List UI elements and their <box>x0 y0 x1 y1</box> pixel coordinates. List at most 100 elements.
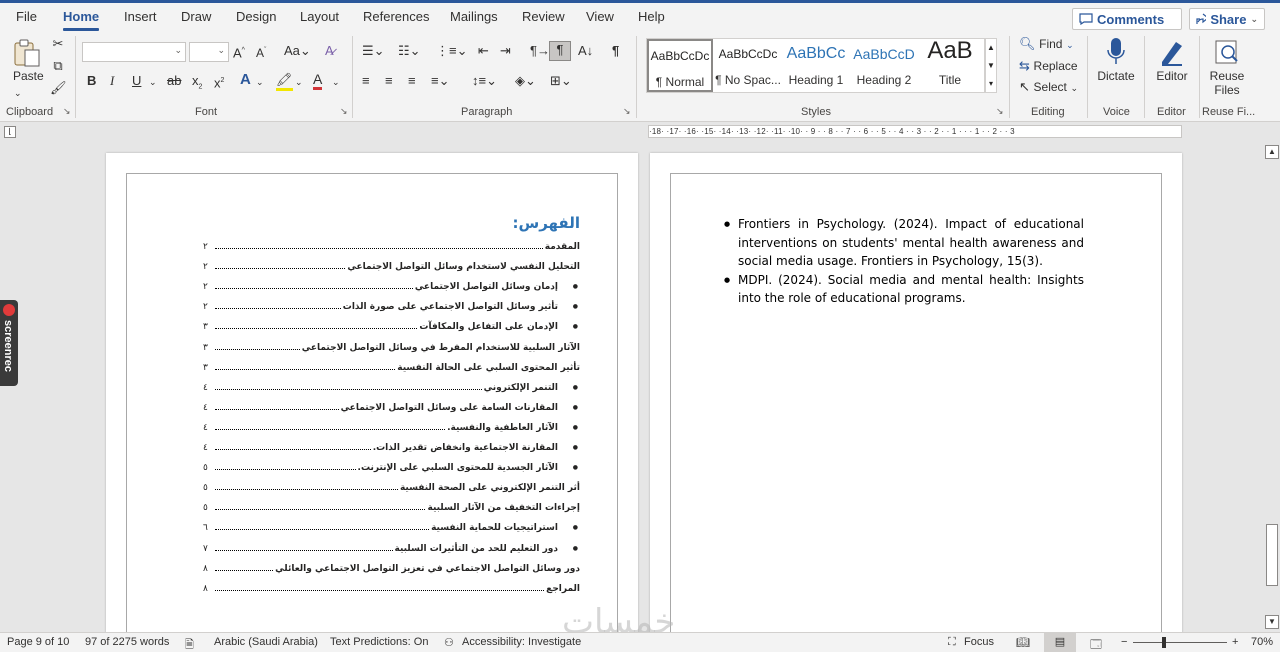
style-heading-2[interactable]: AaBbCcD Heading 2 <box>851 39 917 92</box>
chevron-down-icon[interactable]: ⌄ <box>14 85 22 101</box>
grow-font-icon[interactable]: A^ <box>233 43 245 61</box>
microphone-icon[interactable] <box>1106 36 1126 68</box>
focus-label[interactable]: Focus <box>964 636 994 648</box>
style-heading-1[interactable]: AaBbCc Heading 1 <box>783 39 849 92</box>
bullets-icon[interactable]: ☰⌄ <box>362 43 385 59</box>
dialog-launcher-icon[interactable]: ↘ <box>63 106 71 117</box>
show-formatting-marks-icon[interactable]: ¶ <box>612 43 619 59</box>
scroll-down-icon[interactable]: ▼ <box>1265 615 1279 629</box>
toc-entry[interactable]: الآثار الجسدية للمحتوى السلبي على الإنتر… <box>203 459 580 473</box>
tab-design[interactable]: Design <box>236 9 276 24</box>
read-mode-icon[interactable]: 📖︎ <box>1016 636 1030 649</box>
sort-icon[interactable]: A↓ <box>578 43 593 59</box>
style-normal[interactable]: AaBbCcDc ¶ Normal <box>647 39 713 92</box>
tab-view[interactable]: View <box>586 9 614 24</box>
style-no-spacing[interactable]: AaBbCcDc ¶ No Spac... <box>715 39 781 92</box>
highlight-icon[interactable]: 🖍 <box>276 72 293 91</box>
toc-entry[interactable]: المقارنة الاجتماعية وانخفاض تقدير الذات.… <box>203 439 580 453</box>
shading-icon[interactable]: ◈⌄ <box>515 73 536 89</box>
tab-insert[interactable]: Insert <box>124 9 157 24</box>
editor-pen-icon[interactable] <box>1158 38 1186 66</box>
accessibility-status[interactable]: Accessibility: Investigate <box>462 636 581 648</box>
justify-icon[interactable]: ≡⌄ <box>431 73 449 89</box>
align-center-icon[interactable]: ≡ <box>385 73 393 89</box>
scrollbar-thumb[interactable] <box>1266 524 1278 586</box>
horizontal-ruler[interactable]: ·18· ·17· ·16· ·15· ·14· ·13· ·12· ·11· … <box>648 125 1182 138</box>
dialog-launcher-icon[interactable]: ↘ <box>623 106 631 117</box>
paste-icon[interactable] <box>13 38 41 68</box>
tab-file[interactable]: File <box>16 9 37 24</box>
font-size-dropdown[interactable]: ⌄ <box>189 42 229 62</box>
superscript-icon[interactable]: x2 <box>214 73 224 91</box>
dictate-label[interactable]: Dictate <box>1096 69 1136 83</box>
tab-home[interactable]: Home <box>63 9 100 31</box>
reuse-files-icon[interactable] <box>1213 38 1241 66</box>
focus-icon[interactable]: ⛶ <box>948 636 956 649</box>
line-spacing-icon[interactable]: ↕≡⌄ <box>472 73 497 89</box>
accessibility-icon[interactable]: ⚇ <box>444 636 454 649</box>
zoom-in-icon[interactable]: + <box>1232 636 1238 648</box>
web-layout-icon[interactable]: 🗔︎ <box>1090 636 1102 652</box>
rtl-paragraph-icon[interactable]: ¶ <box>549 41 571 61</box>
copy-icon[interactable]: ⧉ <box>50 58 66 74</box>
comments-button[interactable]: Comments <box>1072 8 1182 30</box>
print-layout-icon[interactable]: ▤ <box>1044 633 1076 652</box>
word-count[interactable]: 97 of 2275 words <box>85 636 169 648</box>
subscript-icon[interactable]: x2 <box>192 73 202 96</box>
toc-entry[interactable]: تأثير المحتوى السلبي على الحالة النفسية ٣ <box>203 359 580 373</box>
toc-entry[interactable]: التحليل النفسي لاستخدام وسائل التواصل ال… <box>203 258 580 272</box>
zoom-slider[interactable] <box>1133 637 1227 648</box>
font-name-dropdown[interactable]: ⌄ <box>82 42 186 62</box>
dialog-launcher-icon[interactable]: ↘ <box>996 106 1004 117</box>
text-predictions[interactable]: Text Predictions: On <box>330 636 428 648</box>
scroll-up-icon[interactable]: ▲ <box>1265 145 1279 159</box>
proofing-icon[interactable]: 🗎 <box>185 636 194 652</box>
chevron-down-icon[interactable]: ⌄ <box>295 74 303 90</box>
zoom-slider-thumb[interactable] <box>1162 637 1166 648</box>
chevron-down-icon[interactable]: ⌄ <box>256 74 264 90</box>
borders-icon[interactable]: ⊞⌄ <box>550 73 572 89</box>
toc-entry[interactable]: المراجع ٨ <box>203 580 580 594</box>
align-right-icon[interactable]: ≡ <box>408 73 416 89</box>
dialog-launcher-icon[interactable]: ↘ <box>340 106 348 117</box>
toc-entry[interactable]: إدمان وسائل التواصل الاجتماعي ٢ <box>203 278 580 292</box>
toc-entry[interactable]: دور التعليم للحد من التأثيرات السلبية ٧ <box>203 540 580 554</box>
editor-label[interactable]: Editor <box>1152 69 1192 83</box>
tab-selector-icon[interactable]: ⌊ <box>4 126 16 138</box>
change-case-icon[interactable]: Aa⌄ <box>284 43 311 59</box>
shrink-font-icon[interactable]: Aˇ <box>256 43 266 61</box>
toc-entry[interactable]: إجراءات التخفيف من الآثار السلبية ٥ <box>203 499 580 513</box>
tab-layout[interactable]: Layout <box>300 9 339 24</box>
toc-entry[interactable]: التنمر الإلكتروني ٤ <box>203 379 580 393</box>
document-page-references[interactable]: Frontiers in Psychology. (2024). Impact … <box>650 153 1182 643</box>
chevron-down-icon[interactable]: ⌄ <box>332 74 340 90</box>
toc-entry[interactable]: المقدمة ٢ <box>203 238 580 252</box>
toc-entry[interactable]: استراتيجيات للحماية النفسية ٦ <box>203 519 580 533</box>
font-color-icon[interactable]: A <box>313 71 323 90</box>
zoom-level[interactable]: 70% <box>1251 636 1273 648</box>
paste-label[interactable]: Paste <box>13 69 44 83</box>
ltr-paragraph-icon[interactable]: ¶→ <box>530 43 550 59</box>
bold-icon[interactable]: B <box>87 73 96 89</box>
italic-icon[interactable]: I <box>110 73 114 89</box>
tab-draw[interactable]: Draw <box>181 9 211 24</box>
tab-help[interactable]: Help <box>638 9 665 24</box>
numbering-icon[interactable]: ☷⌄ <box>398 43 421 59</box>
underline-icon[interactable]: U <box>132 73 141 89</box>
toc-entry[interactable]: المقارنات السامة على وسائل التواصل الاجت… <box>203 399 580 413</box>
page-count[interactable]: Page 9 of 10 <box>7 636 69 648</box>
toc-entry[interactable]: دور وسائل التواصل الاجتماعي في تعزيز الت… <box>203 560 580 574</box>
chevron-down-icon[interactable]: ⌄ <box>149 74 157 90</box>
toc-entry[interactable]: تأثير وسائل التواصل الاجتماعي على صورة ا… <box>203 298 580 312</box>
reuse-files-label[interactable]: Reuse Files <box>1206 69 1248 97</box>
multilevel-list-icon[interactable]: ⋮≡⌄ <box>436 43 467 59</box>
language-indicator[interactable]: Arabic (Saudi Arabia) <box>214 636 318 648</box>
share-button[interactable]: Share ⌄ <box>1189 8 1265 30</box>
cut-icon[interactable]: ✂ <box>50 36 66 52</box>
clear-formatting-icon[interactable]: A̷ <box>325 43 334 59</box>
toc-entry[interactable]: الإدمان على التفاعل والمكافآت ٣ <box>203 318 580 332</box>
screenrec-tab[interactable]: screenrec <box>0 300 18 386</box>
style-title[interactable]: AaB Title <box>919 37 981 92</box>
tab-review[interactable]: Review <box>522 9 565 24</box>
align-left-icon[interactable]: ≡ <box>362 73 370 89</box>
